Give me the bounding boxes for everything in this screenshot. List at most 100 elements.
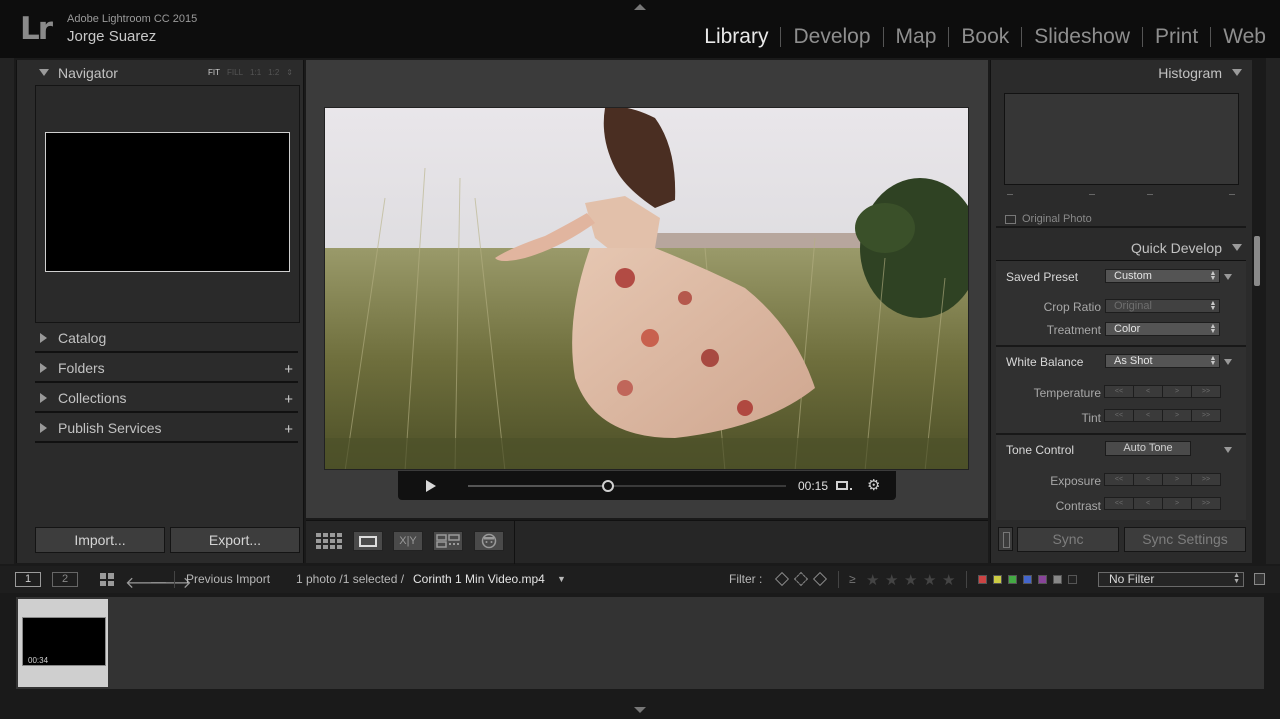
grid-view-icon [316,533,342,549]
tint-decrease[interactable]: < [1133,409,1163,422]
histogram-header[interactable]: Histogram [991,60,1252,84]
histogram[interactable] [1004,93,1239,185]
crop-ratio-select[interactable]: Original ▲ ▼ [1105,299,1220,313]
source-label[interactable]: Previous Import [186,572,270,586]
auto-tone-button[interactable]: Auto Tone [1105,441,1191,456]
contrast-decrease[interactable]: < [1133,497,1163,510]
file-name[interactable]: Corinth 1 Min Video.mp4 [413,572,545,586]
publish-services-section[interactable]: Publish Services + [17,415,303,443]
add-publish-service-icon[interactable]: + [284,421,293,438]
collections-label: Collections [58,390,127,406]
compare-view-button[interactable]: X|Y [393,531,423,551]
module-book[interactable]: Book [955,25,1015,49]
module-library[interactable]: Library [698,25,774,49]
filmstrip-thumbnail[interactable]: 00:34 [18,599,108,687]
temperature-increase[interactable]: > [1162,385,1192,398]
star-icon[interactable]: ★ [904,571,917,589]
original-photo-checkbox[interactable] [1005,214,1016,224]
navigator-preview[interactable] [45,132,290,272]
section-disclosure-icon[interactable] [1224,274,1232,280]
temperature-decrease-large[interactable]: << [1104,385,1134,398]
main-window-button[interactable]: 1 [15,572,41,587]
add-folder-icon[interactable]: + [284,361,293,378]
color-label-filter[interactable] [1023,575,1032,584]
exposure-decrease-large[interactable]: << [1104,473,1134,486]
module-develop[interactable]: Develop [787,25,876,49]
collapse-top-panel-icon[interactable] [634,4,646,10]
import-button[interactable]: Import... [35,527,165,553]
add-collection-icon[interactable]: + [284,391,293,408]
people-view-button[interactable] [474,531,504,551]
filter-lock-icon[interactable] [1254,573,1265,585]
play-icon[interactable] [426,480,436,492]
star-icon[interactable]: ★ [885,571,898,589]
original-photo-toggle[interactable]: Original Photo [1005,213,1092,225]
loupe-view-button[interactable] [353,531,383,551]
video-scrubber-handle[interactable] [601,480,614,492]
secondary-window-button[interactable]: 2 [52,572,78,587]
contrast-decrease-large[interactable]: << [1104,497,1134,510]
temperature-increase-large[interactable]: >> [1191,385,1221,398]
sync-settings-button[interactable]: Sync Settings [1124,527,1246,552]
lightroom-logo: Lr [20,11,53,47]
color-label-filter[interactable] [978,575,987,584]
star-icon[interactable]: ★ [942,571,955,589]
exposure-decrease[interactable]: < [1133,473,1163,486]
tint-decrease-large[interactable]: << [1104,409,1134,422]
color-label-filter[interactable] [1053,575,1062,584]
color-label-filter[interactable] [1068,575,1077,584]
star-icon[interactable]: ★ [923,571,936,589]
zoom-1-1[interactable]: 1:1 [250,68,261,77]
star-icon[interactable]: ★ [866,571,879,589]
module-slideshow[interactable]: Slideshow [1028,25,1136,49]
color-label-filter[interactable] [993,575,1002,584]
tint-increase[interactable]: > [1162,409,1192,422]
treatment-select[interactable]: Color ▲ ▼ [1105,322,1220,336]
contrast-increase[interactable]: > [1162,497,1192,510]
exposure-increase[interactable]: > [1162,473,1192,486]
grid-view-button[interactable] [314,531,344,551]
section-disclosure-icon[interactable] [1224,359,1232,365]
folders-section[interactable]: Folders + [17,355,303,383]
zoom-fit[interactable]: FIT [208,68,220,77]
module-web[interactable]: Web [1217,25,1272,49]
file-menu-chevron-down-icon[interactable]: ▼ [557,574,566,584]
zoom-1-2[interactable]: 1:2 [268,68,279,77]
zoom-spinner-icon[interactable]: ⇕ [286,68,293,77]
contrast-increase-large[interactable]: >> [1191,497,1221,510]
frame-capture-icon[interactable] [836,481,848,490]
section-disclosure-icon[interactable] [1224,447,1232,453]
color-label-filter[interactable] [1008,575,1017,584]
filter-preset-select[interactable]: No Filter ▲ ▼ [1098,572,1244,587]
catalog-section[interactable]: Catalog [17,325,303,353]
left-panel-edge[interactable] [0,58,14,564]
collections-section[interactable]: Collections + [17,385,303,413]
right-panel-scrollbar[interactable] [1254,236,1260,286]
flag-rejected-icon[interactable] [812,571,828,587]
color-label-filter[interactable] [1038,575,1047,584]
flag-picked-icon[interactable] [774,571,790,587]
rating-operator[interactable]: ≥ [849,572,856,586]
module-separator [1021,27,1023,47]
white-balance-select[interactable]: As Shot ▲ ▼ [1105,354,1220,368]
export-button[interactable]: Export... [170,527,300,553]
grid-icon[interactable] [100,573,114,586]
module-print[interactable]: Print [1149,25,1204,49]
temperature-decrease[interactable]: < [1133,385,1163,398]
exposure-increase-large[interactable]: >> [1191,473,1221,486]
video-scrubber[interactable] [468,480,786,492]
flag-unflagged-icon[interactable] [793,571,809,587]
sync-button[interactable]: Sync [1017,527,1119,552]
quick-develop-header[interactable]: Quick Develop [991,235,1252,259]
module-map[interactable]: Map [890,25,943,49]
auto-sync-switch[interactable] [998,527,1013,551]
zoom-fill[interactable]: FILL [227,68,243,77]
saved-preset-select[interactable]: Custom ▲ ▼ [1105,269,1220,283]
video-frame[interactable] [324,107,969,470]
tint-increase-large[interactable]: >> [1191,409,1221,422]
collapse-filmstrip-icon[interactable] [634,707,646,713]
survey-view-button[interactable] [433,531,463,551]
right-panel-edge[interactable] [1266,58,1280,564]
gear-icon[interactable]: ⚙ [867,476,880,494]
navigator-header[interactable]: Navigator FIT FILL 1:1 1:2 ⇕ [17,60,303,84]
